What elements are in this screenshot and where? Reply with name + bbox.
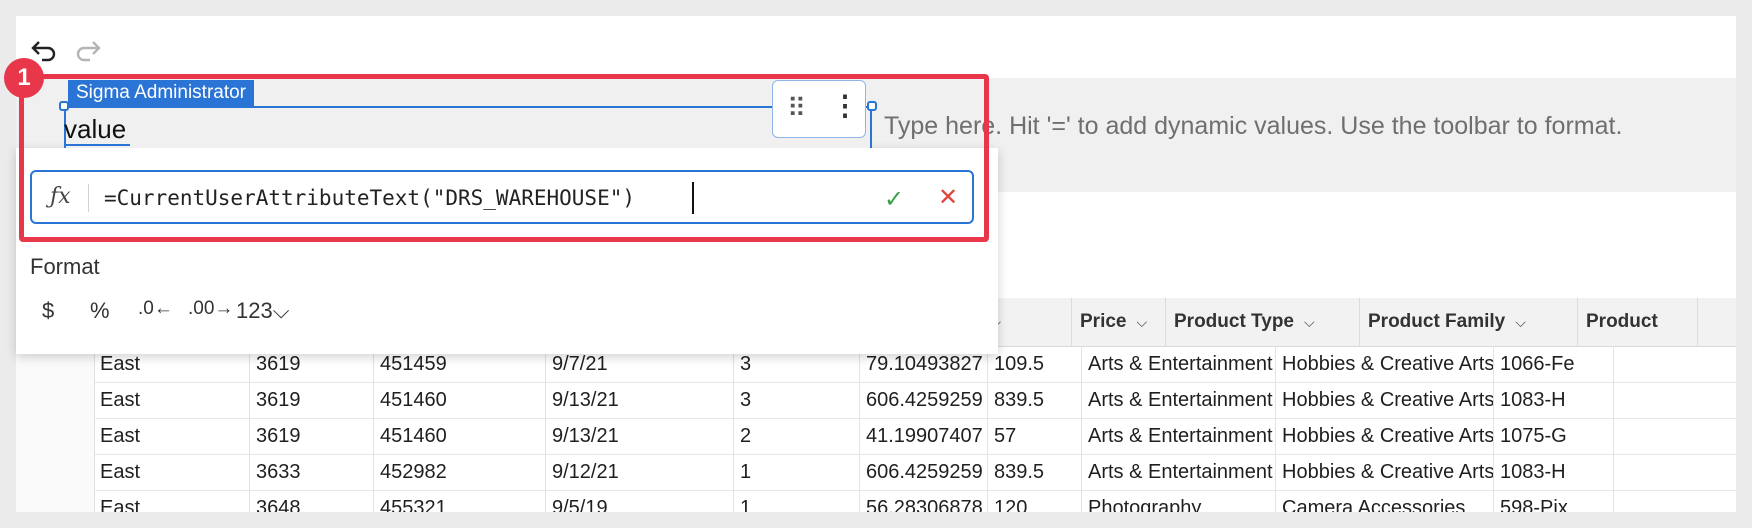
chevron-down-icon[interactable]: ⌵ [1515, 314, 1526, 330]
percent-format-button[interactable]: % [90, 298, 110, 324]
chevron-down-icon[interactable]: ⌵ [1136, 314, 1147, 330]
table-cell: 109.5 [988, 346, 1082, 382]
table-cell: 1 [734, 454, 860, 490]
table-row[interactable]: East 3619 451460 9/13/21 2 41.19907407 5… [94, 418, 1736, 455]
table-cell: 3633 [250, 454, 374, 490]
table-row[interactable]: East 3633 452982 9/12/21 1 606.4259259 8… [94, 454, 1736, 491]
table-cell: 452982 [374, 454, 546, 490]
table-cell: 1066-Fe [1494, 346, 1614, 382]
table-cell: 3 [734, 382, 860, 418]
table-cell: Hobbies & Creative Arts [1276, 454, 1494, 490]
table-cell: East [94, 454, 250, 490]
table-cell: 41.19907407 [860, 418, 988, 454]
table-cell: 120 [988, 490, 1082, 512]
text-placeholder[interactable]: Type here. Hit '=' to add dynamic values… [884, 112, 1622, 141]
chevron-down-icon[interactable]: ⌵ [1304, 314, 1315, 330]
table-cell: 839.5 [988, 454, 1082, 490]
table-cell: East [94, 418, 250, 454]
step-number-badge: 1 [4, 58, 44, 98]
table-cell: 1083-H [1494, 454, 1614, 490]
table-row[interactable]: East 3619 451460 9/13/21 3 606.4259259 8… [94, 382, 1736, 419]
table-cell: Hobbies & Creative Arts [1276, 346, 1494, 382]
table-cell: East [94, 490, 250, 512]
table-cell: Photography [1082, 490, 1276, 512]
table-cell: 9/13/21 [546, 418, 734, 454]
table-row[interactable]: East 3648 455321 9/5/19 1 56.28306878 12… [94, 490, 1736, 512]
table-cell: Arts & Entertainment [1082, 382, 1276, 418]
table-cell: Arts & Entertainment [1082, 418, 1276, 454]
table-cell: 3619 [250, 418, 374, 454]
table-cell: Arts & Entertainment [1082, 454, 1276, 490]
table-cell: 3648 [250, 490, 374, 512]
table-cell: 455321 [374, 490, 546, 512]
table-cell: 1 [734, 490, 860, 512]
table-cell: 9/12/21 [546, 454, 734, 490]
table-cell: 9/13/21 [546, 382, 734, 418]
table-cell: Hobbies & Creative Arts [1276, 382, 1494, 418]
table-cell: 606.4259259 [860, 454, 988, 490]
table-cell: 2 [734, 418, 860, 454]
table-cell: Camera Accessories [1276, 490, 1494, 512]
currency-format-button[interactable]: $ [42, 298, 54, 324]
table-cell: 606.4259259 [860, 382, 988, 418]
column-header-price[interactable]: Price ⌵ [1072, 298, 1166, 346]
table-cell: 56.28306878 [860, 490, 988, 512]
decrease-decimals-button[interactable]: .0← [138, 298, 173, 320]
table-cell: 598-Pix [1494, 490, 1614, 512]
table-cell: 451460 [374, 418, 546, 454]
table-cell: 57 [988, 418, 1082, 454]
edit-toolbar [16, 16, 1736, 78]
table-cell: 839.5 [988, 382, 1082, 418]
table-cell: 451460 [374, 382, 546, 418]
redo-icon[interactable] [74, 38, 102, 62]
increase-decimals-button[interactable]: .00→ [188, 298, 233, 320]
table-cell: East [94, 382, 250, 418]
column-header-product-family[interactable]: Product Family ⌵ [1360, 298, 1578, 346]
column-header-product[interactable]: Product [1578, 298, 1698, 346]
table-cell: Arts & Entertainment [1082, 346, 1276, 382]
table-cell: 9/5/19 [546, 490, 734, 512]
table-cell: 1083-H [1494, 382, 1614, 418]
annotation-highlight [19, 74, 989, 242]
undo-icon[interactable] [30, 38, 58, 62]
format-section-label: Format [30, 254, 100, 279]
column-header-product-type[interactable]: Product Type ⌵ [1166, 298, 1360, 346]
table-cell: Hobbies & Creative Arts [1276, 418, 1494, 454]
number-format-dropdown[interactable]: 123⌵ [236, 298, 289, 324]
table-cell: 3619 [250, 382, 374, 418]
table-cell: 1075-G [1494, 418, 1614, 454]
